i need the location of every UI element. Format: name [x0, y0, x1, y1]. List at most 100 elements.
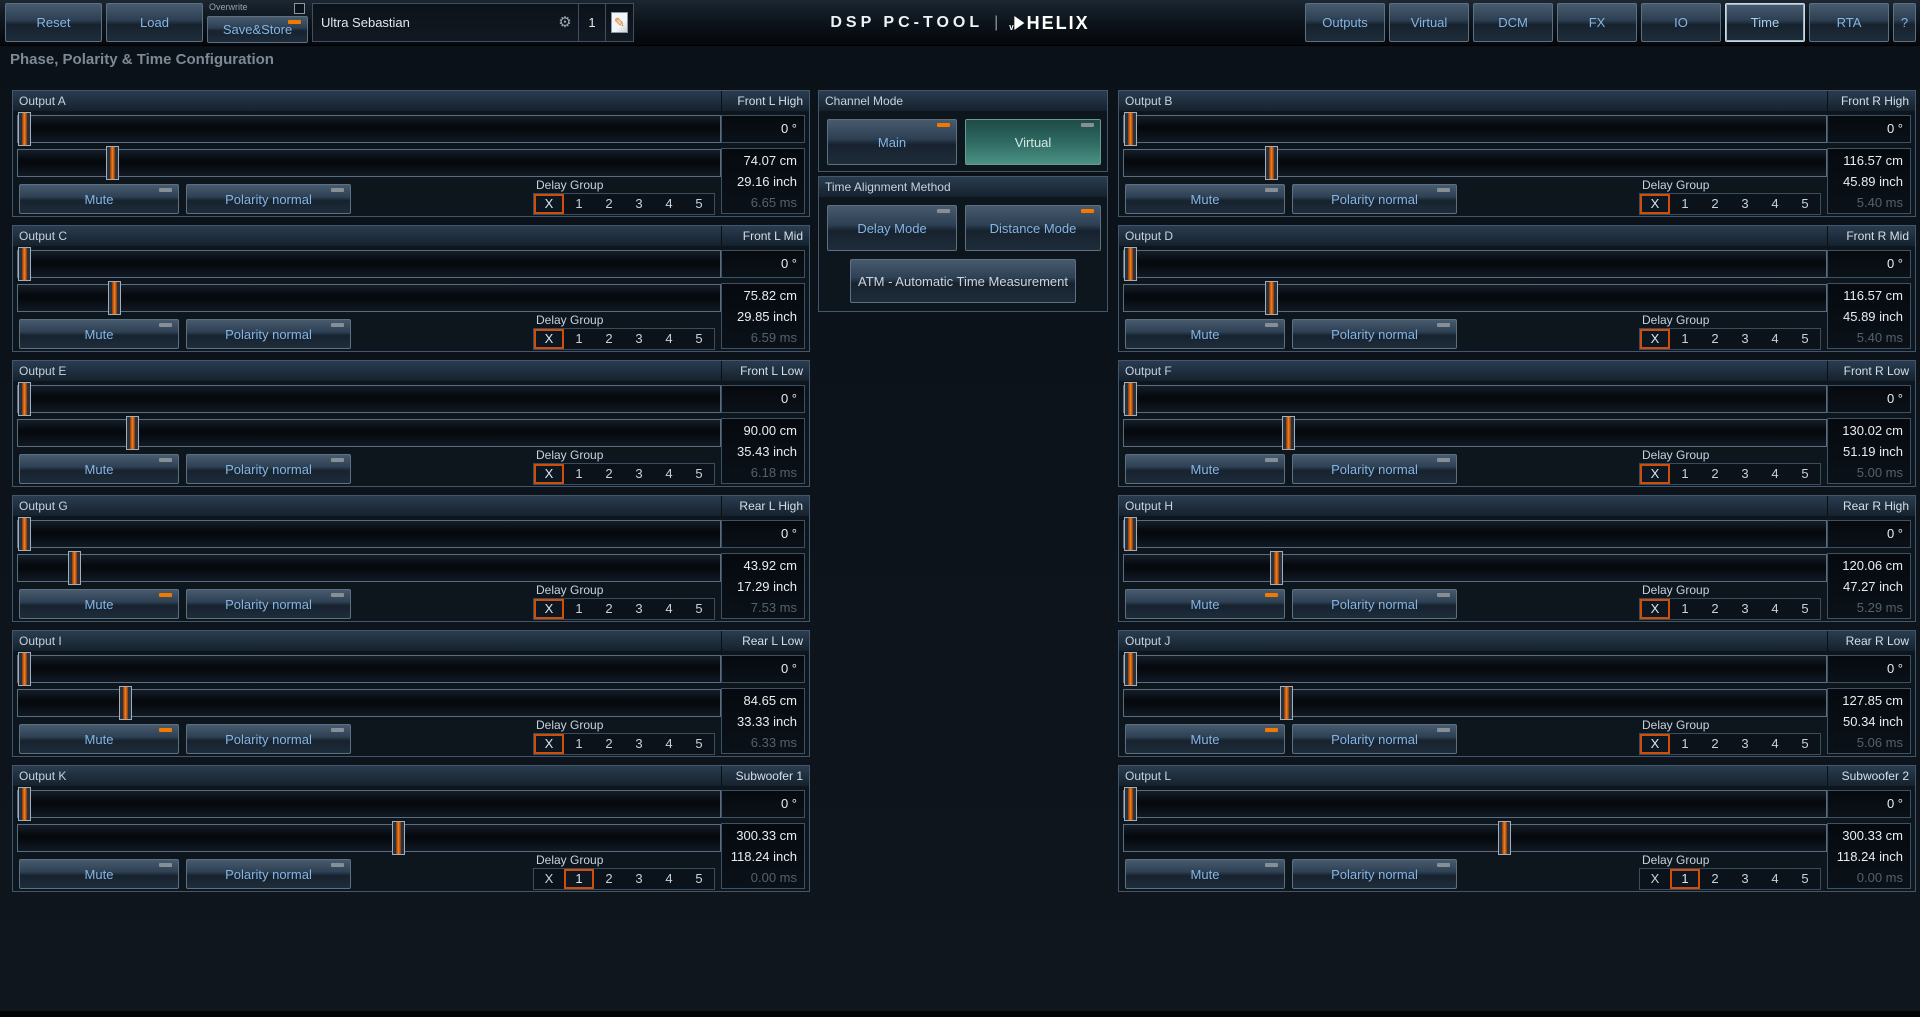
distance-slider-handle[interactable] [126, 416, 139, 450]
delay-group-option-1[interactable]: 1 [564, 464, 594, 484]
delay-group-option-2[interactable]: 2 [594, 599, 624, 619]
delay-group-option-1[interactable]: 1 [564, 869, 594, 889]
delay-group-option-4[interactable]: 4 [1760, 194, 1790, 214]
distance-slider[interactable] [1123, 149, 1827, 177]
mute-button[interactable]: Mute [19, 454, 179, 484]
delay-group-option-2[interactable]: 2 [1700, 734, 1730, 754]
delay-group-option-2[interactable]: 2 [594, 464, 624, 484]
delay-group-option-5[interactable]: 5 [684, 464, 714, 484]
delay-group-option-1[interactable]: 1 [564, 734, 594, 754]
delay-group-option-4[interactable]: 4 [1760, 329, 1790, 349]
phase-slider-handle[interactable] [1124, 247, 1137, 281]
distance-slider-handle[interactable] [392, 821, 405, 855]
phase-value-field[interactable]: 0 ° [1827, 115, 1911, 143]
delay-group-option-3[interactable]: 3 [624, 869, 654, 889]
delay-group-option-x[interactable]: X [1640, 734, 1670, 754]
distance-value-box[interactable]: 300.33 cm 118.24 inch 0.00 ms [1827, 823, 1911, 889]
delay-group-option-x[interactable]: X [1640, 599, 1670, 619]
save-store-button[interactable]: Save&Store [207, 16, 308, 43]
polarity-button[interactable]: Polarity normal [1292, 184, 1457, 214]
distance-mode-button[interactable]: Distance Mode [965, 205, 1101, 251]
phase-slider-handle[interactable] [18, 247, 31, 281]
phase-value-field[interactable]: 0 ° [721, 385, 805, 413]
delay-group-option-x[interactable]: X [534, 329, 564, 349]
distance-slider[interactable] [1123, 284, 1827, 312]
delay-group-option-5[interactable]: 5 [684, 869, 714, 889]
delay-group-option-2[interactable]: 2 [594, 869, 624, 889]
delay-group-option-x[interactable]: X [534, 599, 564, 619]
delay-group-option-2[interactable]: 2 [594, 194, 624, 214]
distance-slider-handle[interactable] [106, 146, 119, 180]
polarity-button[interactable]: Polarity normal [1292, 859, 1457, 889]
profile-name-field[interactable]: Ultra Sebastian [313, 4, 552, 41]
distance-slider-handle[interactable] [1265, 281, 1278, 315]
mute-button[interactable]: Mute [1125, 184, 1285, 214]
distance-slider[interactable] [17, 149, 721, 177]
delay-group-option-x[interactable]: X [534, 464, 564, 484]
phase-slider-handle[interactable] [1124, 652, 1137, 686]
load-button[interactable]: Load [106, 3, 203, 42]
phase-slider[interactable] [17, 655, 721, 683]
virtual-mode-button[interactable]: Virtual [965, 119, 1101, 165]
distance-slider[interactable] [1123, 419, 1827, 447]
main-mode-button[interactable]: Main [827, 119, 957, 165]
atm-button[interactable]: ATM - Automatic Time Measurement [850, 259, 1076, 303]
distance-value-box[interactable]: 300.33 cm 118.24 inch 0.00 ms [721, 823, 805, 889]
phase-slider[interactable] [17, 790, 721, 818]
delay-group-option-5[interactable]: 5 [684, 194, 714, 214]
distance-value-box[interactable]: 90.00 cm 35.43 inch 6.18 ms [721, 418, 805, 484]
distance-value-box[interactable]: 75.82 cm 29.85 inch 6.59 ms [721, 283, 805, 349]
delay-group-option-1[interactable]: 1 [1670, 329, 1700, 349]
phase-slider-handle[interactable] [18, 517, 31, 551]
distance-value-box[interactable]: 74.07 cm 29.16 inch 6.65 ms [721, 148, 805, 214]
distance-value-box[interactable]: 84.65 cm 33.33 inch 6.33 ms [721, 688, 805, 754]
delay-mode-button[interactable]: Delay Mode [827, 205, 957, 251]
delay-group-option-x[interactable]: X [1640, 464, 1670, 484]
delay-group-option-2[interactable]: 2 [1700, 464, 1730, 484]
distance-slider-handle[interactable] [1282, 416, 1295, 450]
delay-group-option-5[interactable]: 5 [1790, 869, 1820, 889]
distance-slider[interactable] [17, 419, 721, 447]
distance-slider-handle[interactable] [1270, 551, 1283, 585]
tab-outputs[interactable]: Outputs [1305, 3, 1385, 42]
phase-slider-handle[interactable] [1124, 112, 1137, 146]
phase-value-field[interactable]: 0 ° [1827, 790, 1911, 818]
delay-group-option-4[interactable]: 4 [1760, 599, 1790, 619]
polarity-button[interactable]: Polarity normal [186, 589, 351, 619]
delay-group-option-3[interactable]: 3 [1730, 464, 1760, 484]
phase-slider[interactable] [1123, 115, 1827, 143]
tab-io[interactable]: IO [1641, 3, 1721, 42]
delay-group-option-4[interactable]: 4 [654, 734, 684, 754]
tab-dcm[interactable]: DCM [1473, 3, 1553, 42]
phase-slider-handle[interactable] [18, 382, 31, 416]
phase-value-field[interactable]: 0 ° [721, 655, 805, 683]
delay-group-option-x[interactable]: X [534, 869, 564, 889]
edit-profile-button[interactable]: ✎ [605, 4, 633, 41]
mute-button[interactable]: Mute [1125, 319, 1285, 349]
tab-fx[interactable]: FX [1557, 3, 1637, 42]
delay-group-option-4[interactable]: 4 [654, 194, 684, 214]
phase-value-field[interactable]: 0 ° [1827, 385, 1911, 413]
delay-group-option-3[interactable]: 3 [624, 734, 654, 754]
delay-group-option-3[interactable]: 3 [1730, 599, 1760, 619]
profile-number-field[interactable]: 1 [578, 4, 605, 41]
delay-group-option-1[interactable]: 1 [1670, 869, 1700, 889]
mute-button[interactable]: Mute [19, 589, 179, 619]
distance-slider-handle[interactable] [68, 551, 81, 585]
phase-value-field[interactable]: 0 ° [721, 790, 805, 818]
phase-slider[interactable] [1123, 520, 1827, 548]
polarity-button[interactable]: Polarity normal [186, 859, 351, 889]
delay-group-option-3[interactable]: 3 [624, 464, 654, 484]
delay-group-option-x[interactable]: X [1640, 869, 1670, 889]
delay-group-option-2[interactable]: 2 [1700, 194, 1730, 214]
delay-group-option-2[interactable]: 2 [1700, 599, 1730, 619]
phase-slider[interactable] [1123, 385, 1827, 413]
delay-group-option-4[interactable]: 4 [654, 599, 684, 619]
mute-button[interactable]: Mute [1125, 724, 1285, 754]
phase-slider[interactable] [17, 385, 721, 413]
overwrite-checkbox[interactable] [294, 3, 305, 14]
phase-slider-handle[interactable] [18, 652, 31, 686]
mute-button[interactable]: Mute [1125, 589, 1285, 619]
delay-group-option-x[interactable]: X [1640, 329, 1670, 349]
phase-value-field[interactable]: 0 ° [1827, 655, 1911, 683]
